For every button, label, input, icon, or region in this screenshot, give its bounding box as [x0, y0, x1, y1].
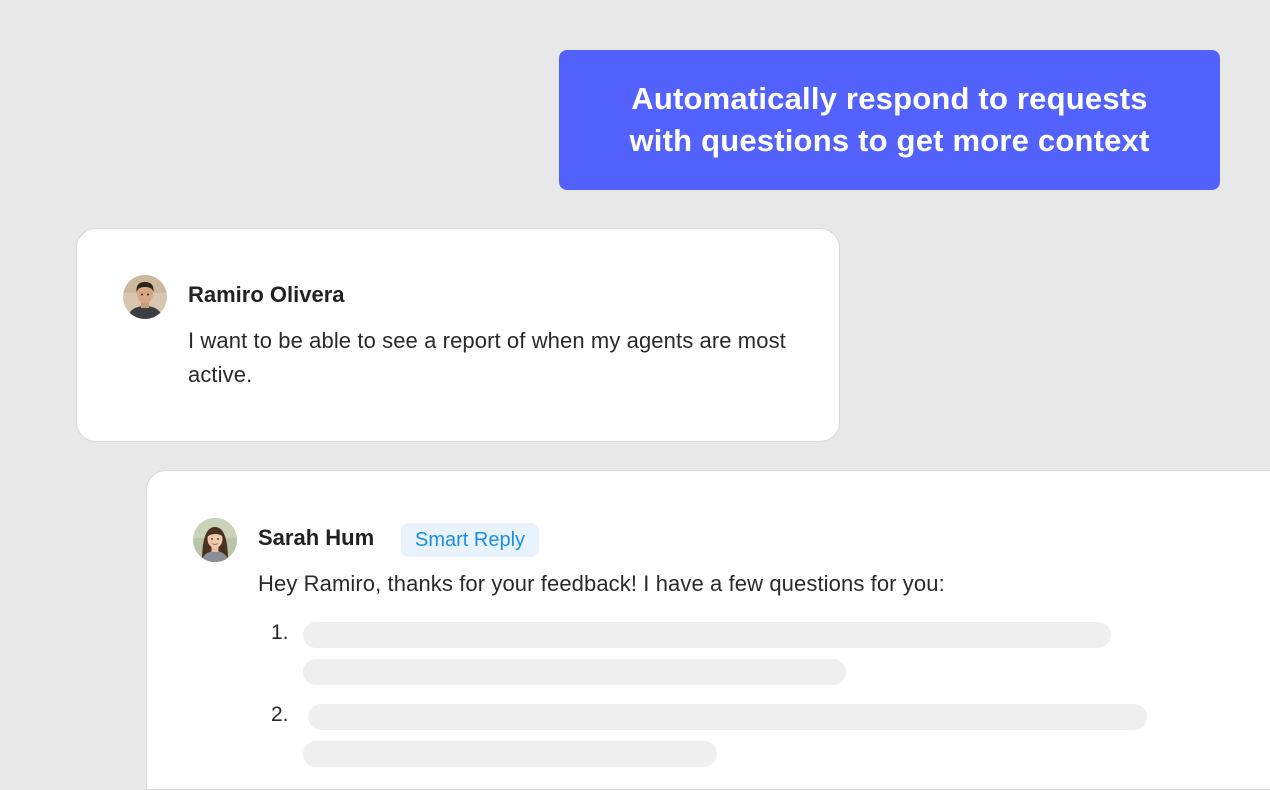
banner-text: Automatically respond to requests with q… [629, 81, 1150, 158]
author-name: Ramiro Olivera [188, 282, 345, 307]
message-text: Hey Ramiro, thanks for your feedback! I … [258, 571, 945, 596]
request-message-card: Ramiro Olivera I want to be able to see … [76, 228, 840, 442]
list-item-number: 1. [271, 621, 289, 644]
feature-banner: Automatically respond to requests with q… [559, 50, 1220, 190]
placeholder-line [308, 704, 1147, 730]
placeholder-line [303, 622, 1111, 648]
avatar-sarah-icon [193, 518, 237, 562]
placeholder-line [303, 741, 717, 767]
reply-message-card: Sarah Hum Smart Reply Hey Ramiro, thanks… [146, 470, 1270, 790]
list-item-number: 2. [271, 703, 289, 726]
message-text: I want to be able to see a report of whe… [188, 328, 786, 387]
avatar-ramiro-icon [123, 275, 167, 319]
placeholder-line [303, 659, 846, 685]
author-name: Sarah Hum [258, 525, 375, 550]
smart-reply-badge: Smart Reply [401, 523, 540, 557]
